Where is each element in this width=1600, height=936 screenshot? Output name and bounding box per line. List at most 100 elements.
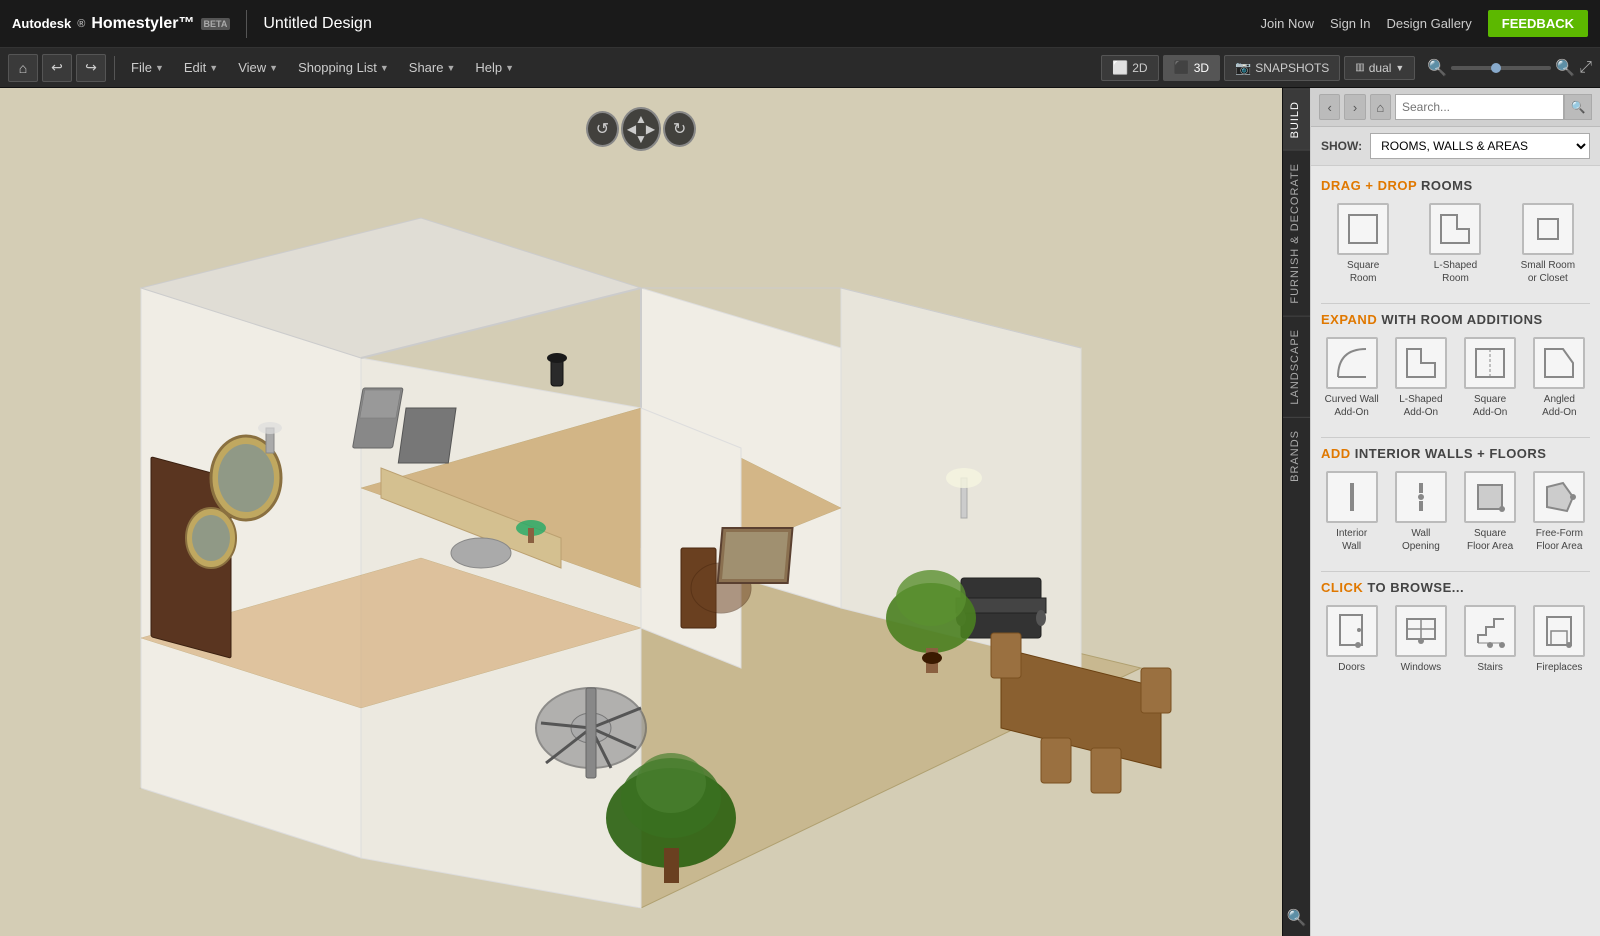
freeform-floor-label: Free-FormFloor Area xyxy=(1536,527,1583,553)
panel-search: 🔍 xyxy=(1395,94,1592,120)
show-select[interactable]: ROOMS, WALLS & AREAS ALL FLOORS ONLY WAL… xyxy=(1370,133,1590,159)
edit-menu-button[interactable]: Edit ▼ xyxy=(176,56,226,79)
fireplaces-label: Fireplaces xyxy=(1536,661,1582,674)
shopping-list-menu-button[interactable]: Shopping List ▼ xyxy=(290,56,397,79)
help-menu-button[interactable]: Help ▼ xyxy=(467,56,522,79)
angled-addon-icon-box xyxy=(1533,337,1585,389)
navigation-controls: ↺ ▲ ▼ ◀ ▶ ↻ xyxy=(581,104,701,164)
logo-dot: ® xyxy=(77,18,85,30)
interior-grid: InteriorWall WallOpening xyxy=(1321,471,1590,553)
snapshots-button[interactable]: 📷 SNAPSHOTS xyxy=(1224,55,1340,81)
file-menu-button[interactable]: File ▼ xyxy=(123,56,172,79)
freeform-floor-item[interactable]: Free-FormFloor Area xyxy=(1529,471,1590,553)
canvas[interactable]: ↺ ▲ ▼ ◀ ▶ ↻ xyxy=(0,88,1282,936)
title-divider xyxy=(246,10,247,38)
stairs-label: Stairs xyxy=(1477,661,1503,674)
expand-highlight: EXPAND xyxy=(1321,312,1381,327)
sign-in-link[interactable]: Sign In xyxy=(1330,16,1370,31)
redo-button[interactable]: ↪ xyxy=(76,54,106,82)
section-expand: EXPAND WITH ROOM ADDITIONS xyxy=(1321,312,1590,327)
tab-build[interactable]: BUILD xyxy=(1283,88,1310,150)
rooms-grid: SquareRoom L-ShapedRoom xyxy=(1321,203,1590,285)
square-addon-label: SquareAdd-On xyxy=(1473,393,1507,419)
edit-menu-arrow: ▼ xyxy=(209,63,218,73)
panel-back-button[interactable]: ‹ xyxy=(1319,94,1340,120)
windows-item[interactable]: Windows xyxy=(1390,605,1451,674)
square-addon-item[interactable]: SquareAdd-On xyxy=(1460,337,1521,419)
freeform-floor-icon-box xyxy=(1533,471,1585,523)
zoom-out-button[interactable]: 🔍 xyxy=(1427,58,1447,78)
camera-icon: 📷 xyxy=(1235,60,1251,76)
2d-view-button[interactable]: ⬜ 2D xyxy=(1101,55,1159,81)
l-shaped-room-item[interactable]: L-ShapedRoom xyxy=(1413,203,1497,285)
join-now-link[interactable]: Join Now xyxy=(1261,16,1314,31)
tab-landscape[interactable]: LANDSCAPE xyxy=(1283,316,1310,417)
panel-navigation: ‹ › ⌂ 🔍 xyxy=(1311,88,1600,127)
square-floor-item[interactable]: SquareFloor Area xyxy=(1460,471,1521,553)
zoom-in-button[interactable]: 🔍 xyxy=(1555,58,1575,78)
wall-opening-item[interactable]: WallOpening xyxy=(1390,471,1451,553)
section-browse: CLICK TO BROWSE... xyxy=(1321,580,1590,595)
shopping-menu-arrow: ▼ xyxy=(380,63,389,73)
l-shaped-addon-icon xyxy=(1401,343,1441,383)
square-room-item[interactable]: SquareRoom xyxy=(1321,203,1405,285)
show-row: SHOW: ROOMS, WALLS & AREAS ALL FLOORS ON… xyxy=(1311,127,1600,166)
section-interior: ADD INTERIOR WALLS + FLOORS xyxy=(1321,446,1590,461)
expand-rest: WITH ROOM ADDITIONS xyxy=(1381,312,1542,327)
top-nav: Join Now Sign In Design Gallery FEEDBACK xyxy=(1261,10,1588,37)
doors-label: Doors xyxy=(1338,661,1365,674)
small-room-item[interactable]: Small Roomor Closet xyxy=(1506,203,1590,285)
wall-opening-icon-box xyxy=(1395,471,1447,523)
panel-search-input[interactable] xyxy=(1395,94,1564,120)
zoom-slider[interactable] xyxy=(1451,66,1551,70)
fullscreen-icon: ⤢ xyxy=(1579,59,1592,76)
stairs-icon-box xyxy=(1464,605,1516,657)
panel-search-button[interactable]: 🔍 xyxy=(1564,94,1592,120)
sidebar-tabs: BUILD FURNISH & DECORATE LANDSCAPE BRAND… xyxy=(1282,88,1310,936)
panel-home-button[interactable]: ⌂ xyxy=(1370,94,1391,120)
toolbar-separator-1 xyxy=(114,56,115,80)
rotate-right-button[interactable]: ↻ xyxy=(663,111,696,147)
l-shaped-room-icon xyxy=(1435,209,1475,249)
rotate-left-button[interactable]: ↺ xyxy=(586,111,619,147)
right-panel: ‹ › ⌂ 🔍 SHOW: ROOMS, WALLS & AREAS ALL F… xyxy=(1310,88,1600,936)
panel-home-icon: ⌂ xyxy=(1376,100,1384,115)
zoom-thumb xyxy=(1491,63,1501,73)
magnify-plus-icon: 🔍 xyxy=(1555,60,1575,77)
3d-view-button[interactable]: ⬛ 3D xyxy=(1163,55,1221,81)
logo-homestyler: Homestyler™ xyxy=(91,15,194,33)
pan-control[interactable]: ▲ ▼ ◀ ▶ xyxy=(621,107,661,151)
tab-furnish[interactable]: FURNISH & DECORATE xyxy=(1283,150,1310,316)
room-scene xyxy=(0,88,1282,936)
panel-content: DRAG + DROP ROOMS SquareRoom xyxy=(1311,166,1600,936)
tab-brands[interactable]: BRANDS xyxy=(1283,417,1310,494)
angled-addon-item[interactable]: AngledAdd-On xyxy=(1529,337,1590,419)
l-shaped-addon-item[interactable]: L-ShapedAdd-On xyxy=(1390,337,1451,419)
share-menu-button[interactable]: Share ▼ xyxy=(401,56,464,79)
fireplaces-item[interactable]: Fireplaces xyxy=(1529,605,1590,674)
browse-grid: Doors Windows xyxy=(1321,605,1590,674)
divider-1 xyxy=(1321,303,1590,304)
square-floor-icon-box xyxy=(1464,471,1516,523)
pan-right-icon: ▶ xyxy=(646,123,655,135)
view-menu-button[interactable]: View ▼ xyxy=(230,56,286,79)
nav-ring: ↺ ▲ ▼ ◀ ▶ ↻ xyxy=(586,104,696,154)
design-gallery-link[interactable]: Design Gallery xyxy=(1387,16,1472,31)
fullscreen-button[interactable]: ⤢ xyxy=(1579,59,1592,77)
home-button[interactable]: ⌂ xyxy=(8,54,38,82)
main-area: ↺ ▲ ▼ ◀ ▶ ↻ BUILD FURNISH & DECORATE LAN xyxy=(0,88,1600,936)
panel-forward-button[interactable]: › xyxy=(1344,94,1365,120)
logo: Autodesk ® Homestyler™ BETA xyxy=(12,15,230,33)
curved-wall-item[interactable]: Curved WallAdd-On xyxy=(1321,337,1382,419)
zoom-bar: 🔍 🔍 ⤢ xyxy=(1427,58,1592,78)
undo-button[interactable]: ↩ xyxy=(42,54,72,82)
dual-button[interactable]: ▥ dual ▼ xyxy=(1344,56,1415,80)
interior-wall-label: InteriorWall xyxy=(1336,527,1367,553)
interior-wall-item[interactable]: InteriorWall xyxy=(1321,471,1382,553)
stairs-item[interactable]: Stairs xyxy=(1460,605,1521,674)
feedback-button[interactable]: FEEDBACK xyxy=(1488,10,1588,37)
doors-item[interactable]: Doors xyxy=(1321,605,1382,674)
logo-beta: BETA xyxy=(201,18,231,30)
interior-wall-icon-box xyxy=(1326,471,1378,523)
additions-grid: Curved WallAdd-On L-ShapedAdd-On xyxy=(1321,337,1590,419)
